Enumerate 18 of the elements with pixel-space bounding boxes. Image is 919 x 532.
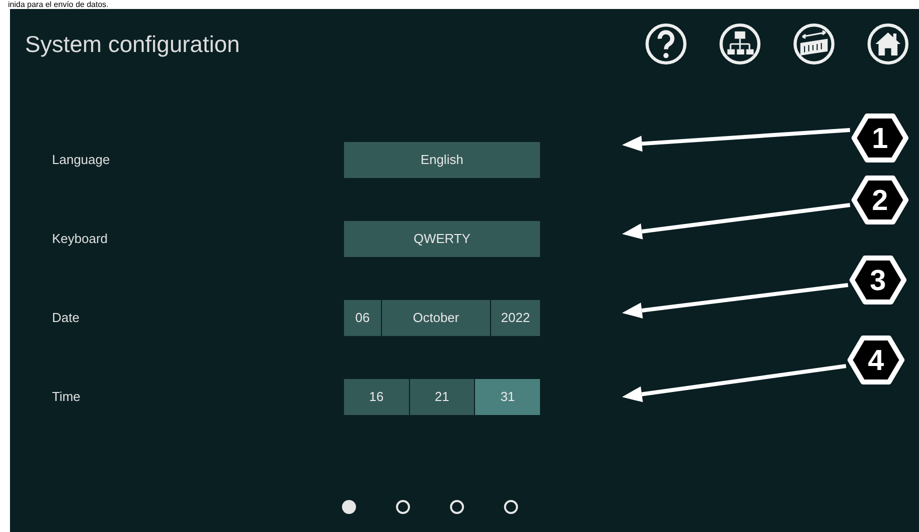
segment-button[interactable]: 16: [344, 379, 409, 415]
value-button[interactable]: English: [344, 142, 540, 178]
segment-button[interactable]: 31: [475, 379, 540, 415]
segment-button[interactable]: 2022: [491, 300, 540, 336]
hierarchy-icon[interactable]: [719, 23, 761, 65]
setting-label: Time: [51, 388, 82, 406]
setting-label: Language: [51, 151, 111, 170]
help-icon[interactable]: [645, 23, 687, 65]
window-title: System configuration: [25, 32, 240, 56]
caption-text: inida para el envío de datos.: [8, 0, 109, 9]
segment-button[interactable]: October: [382, 300, 490, 336]
value-button[interactable]: QWERTY: [344, 221, 540, 257]
segment-button[interactable]: 21: [410, 379, 474, 415]
home-icon[interactable]: [867, 23, 909, 65]
segment-button[interactable]: 06: [344, 300, 381, 336]
keyboard-icon[interactable]: [793, 23, 835, 65]
setting-label: Date: [51, 309, 80, 328]
setting-label: Keyboard: [51, 230, 109, 248]
